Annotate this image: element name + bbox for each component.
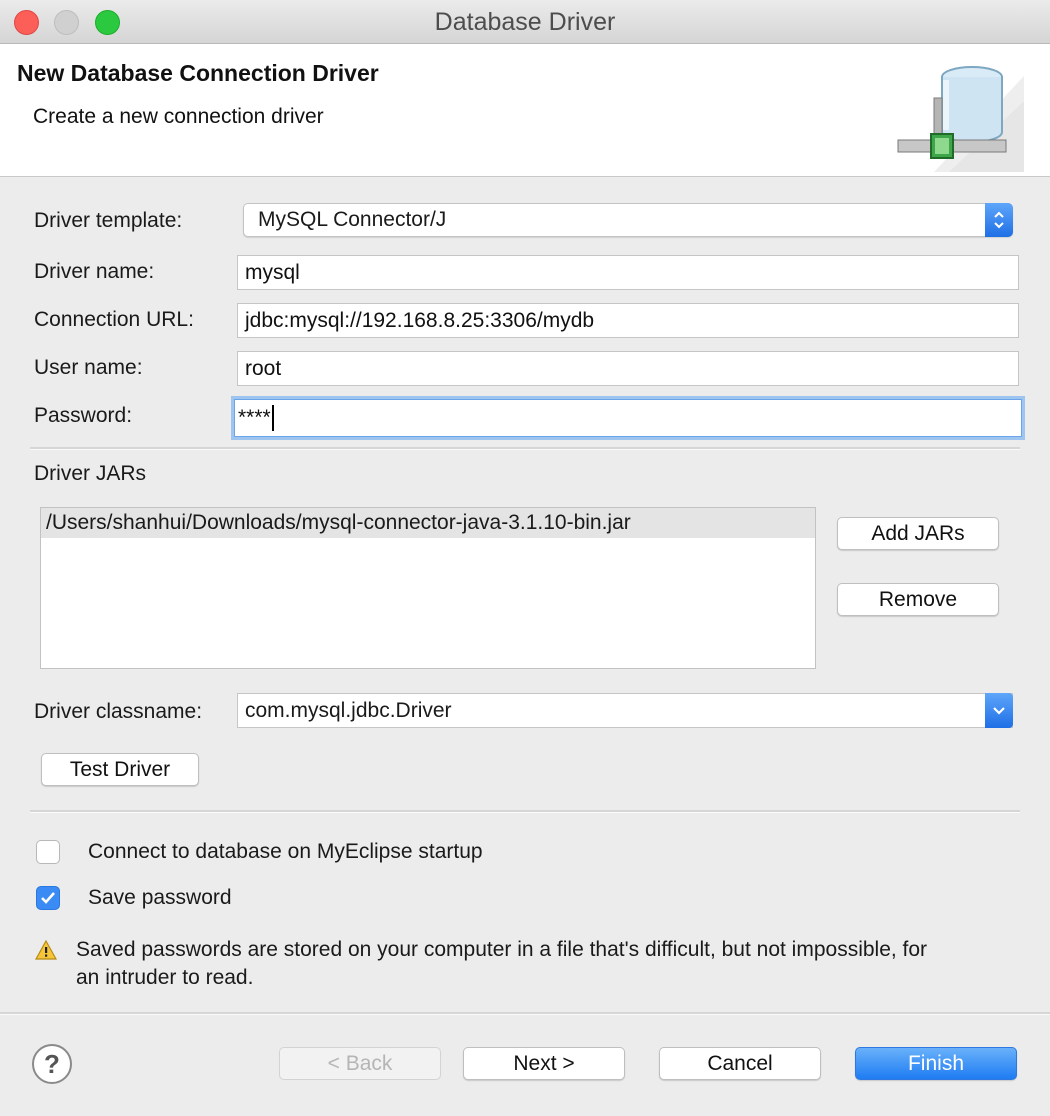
driver-template-select[interactable]: MySQL Connector/J: [243, 203, 1013, 237]
separator: [30, 447, 1020, 450]
password-label: Password:: [34, 404, 133, 427]
driver-name-input[interactable]: mysql: [237, 255, 1019, 290]
warning-text: Saved passwords are stored on your compu…: [76, 938, 928, 989]
connection-url-label: Connection URL:: [34, 308, 194, 331]
driver-template-label: Driver template:: [34, 209, 183, 232]
connection-url-value: jdbc:mysql://192.168.8.25:3306/mydb: [245, 308, 595, 332]
driver-jars-label: Driver JARs: [34, 462, 147, 485]
separator: [30, 810, 1020, 813]
add-jars-button[interactable]: Add JARs: [837, 517, 999, 550]
connect-startup-label: Connect to database on MyEclipse startup: [88, 840, 483, 863]
list-item[interactable]: /Users/shanhui/Downloads/mysql-connector…: [41, 508, 815, 538]
user-name-label: User name:: [34, 356, 143, 379]
driver-name-value: mysql: [245, 260, 300, 284]
separator: [0, 1012, 1050, 1015]
finish-button[interactable]: Finish: [855, 1047, 1017, 1080]
user-name-value: root: [245, 356, 282, 380]
help-icon[interactable]: ?: [32, 1044, 72, 1084]
password-value: ****: [238, 406, 271, 429]
driver-classname-label: Driver classname:: [34, 700, 203, 723]
driver-name-label: Driver name:: [34, 260, 155, 283]
test-driver-button[interactable]: Test Driver: [41, 753, 199, 786]
text-cursor: [271, 405, 274, 431]
connect-startup-checkbox[interactable]: [36, 840, 60, 864]
next-button[interactable]: Next >: [463, 1047, 625, 1080]
driver-template-value: MySQL Connector/J: [258, 208, 447, 231]
page-title: New Database Connection Driver: [17, 60, 379, 86]
user-name-input[interactable]: root: [237, 351, 1019, 386]
window-title: Database Driver: [434, 8, 616, 36]
warning-icon: [35, 940, 57, 960]
save-password-label: Save password: [88, 886, 232, 909]
cancel-button[interactable]: Cancel: [659, 1047, 821, 1080]
connection-url-input[interactable]: jdbc:mysql://192.168.8.25:3306/mydb: [237, 303, 1019, 338]
save-password-checkbox[interactable]: [36, 886, 60, 910]
updown-chevron-icon: [985, 203, 1013, 237]
remove-button[interactable]: Remove: [837, 583, 999, 616]
page-subtitle: Create a new connection driver: [33, 105, 324, 128]
database-connection-icon: [897, 66, 1024, 172]
checkmark-icon: [41, 892, 55, 904]
chevron-down-icon[interactable]: [985, 693, 1013, 728]
back-button[interactable]: < Back: [279, 1047, 441, 1080]
driver-classname-value: com.mysql.jdbc.Driver: [245, 698, 452, 722]
driver-classname-combo[interactable]: com.mysql.jdbc.Driver: [237, 693, 1013, 728]
driver-jars-list[interactable]: /Users/shanhui/Downloads/mysql-connector…: [40, 507, 816, 669]
password-input[interactable]: ****: [231, 396, 1025, 440]
